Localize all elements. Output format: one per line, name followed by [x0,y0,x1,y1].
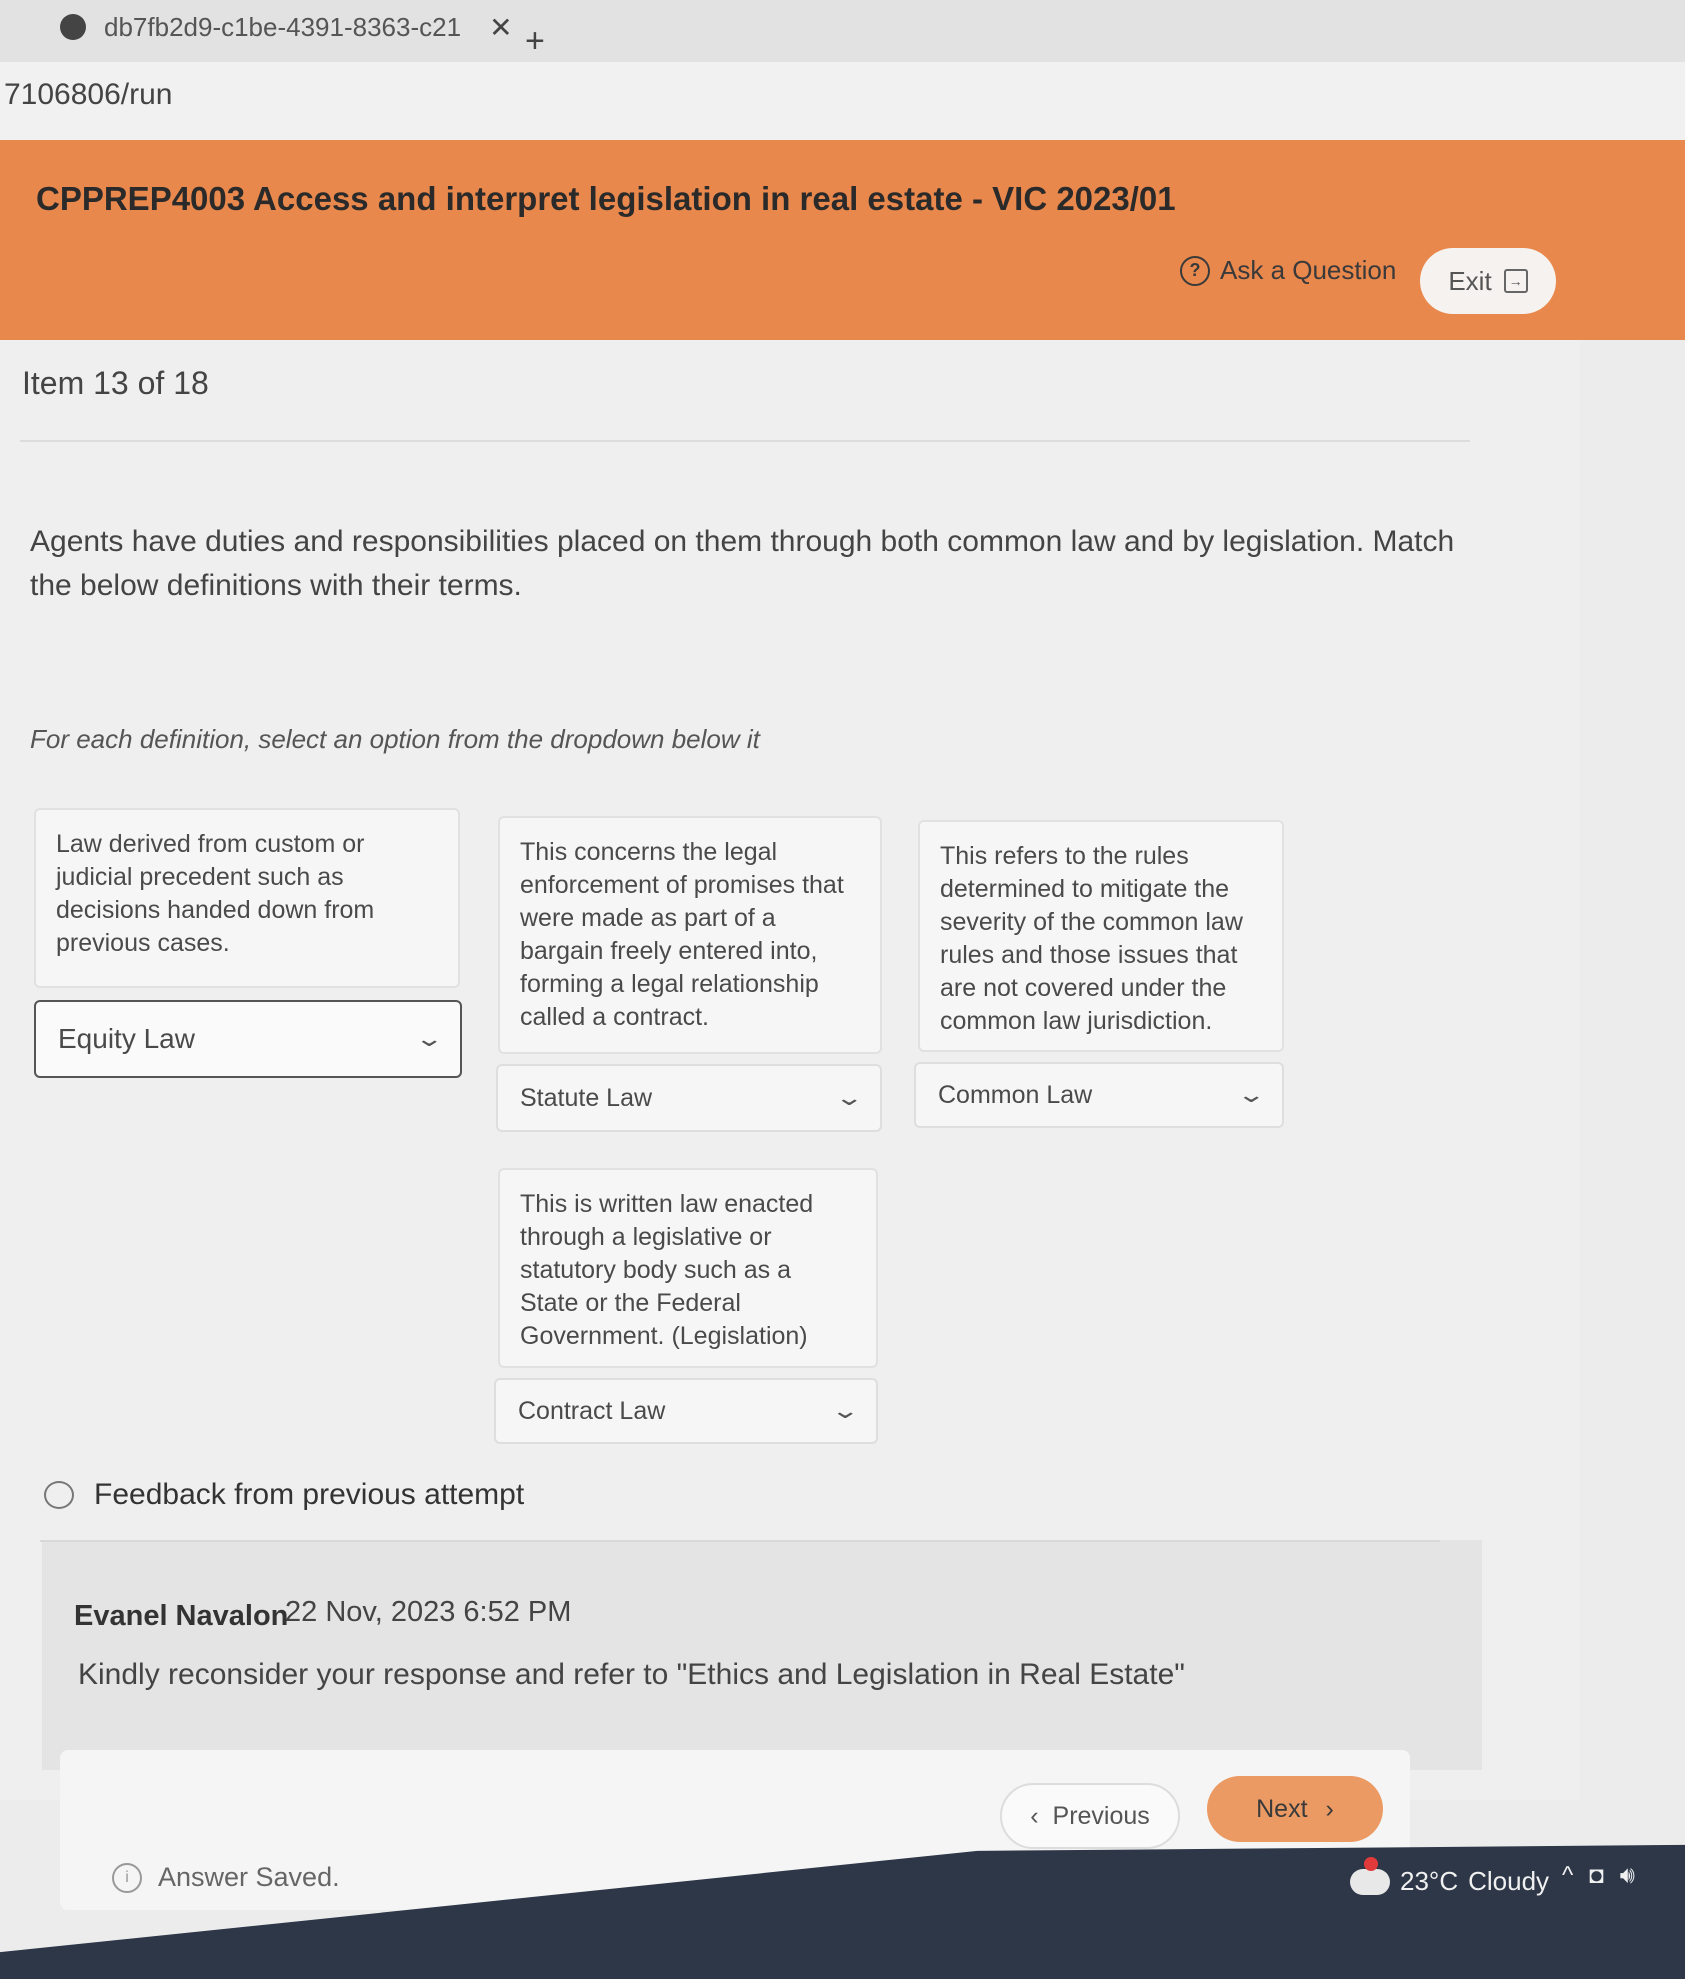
exit-button[interactable]: Exit → [1420,248,1556,314]
system-tray[interactable]: ^ ◘ 🔊︎ [1562,1862,1635,1890]
chevron-right-icon: › [1325,1794,1334,1823]
url-text[interactable]: 7106806/run [4,78,173,112]
chevron-down-icon: ⌄ [834,1085,864,1110]
temperature: 23°C [1400,1866,1459,1896]
term-dropdown[interactable]: Contract Law ⌄ [494,1378,878,1444]
browser-tab[interactable]: db7fb2d9-c1be-4391-8363-c21 ✕ [60,0,513,54]
network-icon[interactable]: ◘ [1589,1862,1604,1890]
weather-condition: Cloudy [1468,1866,1550,1896]
definition-card: This refers to the rules determined to m… [918,820,1284,1052]
chevron-down-icon: ⌄ [830,1398,860,1423]
course-header [0,140,1685,340]
ask-question-label: Ask a Question [1220,255,1397,285]
chevron-left-icon: ‹ [1030,1801,1039,1830]
term-dropdown[interactable]: Statute Law ⌄ [496,1064,882,1132]
question-text: Agents have duties and responsibilities … [30,525,1455,602]
exit-label: Exit [1448,265,1492,296]
instruction-text: For each definition, select an option fr… [30,724,760,754]
next-button[interactable]: Next › [1207,1776,1383,1842]
dropdown-selected-value: Statute Law [520,1083,653,1112]
term-dropdown[interactable]: Equity Law ⌄ [34,1000,462,1078]
save-status-text: Answer Saved. [158,1862,340,1892]
feedback-divider [40,1540,1440,1542]
definition-text: This concerns the legal enforcement of p… [520,838,844,1031]
speaker-icon[interactable]: 🔊︎ [1620,1862,1635,1890]
question-mark-icon: ? [1180,255,1210,286]
definition-card: This concerns the legal enforcement of p… [498,816,882,1054]
feedback-date: 22 Nov, 2023 6:52 PM [285,1596,572,1628]
info-icon: i [112,1862,142,1893]
dropdown-selected-value: Contract Law [518,1396,666,1425]
definition-text: Law derived from custom or judicial prec… [56,830,375,957]
previous-label: Previous [1052,1801,1150,1830]
exit-icon: → [1503,269,1528,293]
chevron-up-icon[interactable]: ^ [1562,1862,1573,1890]
tab-close-icon[interactable]: ✕ [489,11,512,44]
dropdown-selected-value: Common Law [938,1080,1093,1109]
ask-question-button[interactable]: ? Ask a Question [1180,255,1396,286]
feedback-text: Kindly reconsider your response and refe… [78,1658,1185,1691]
new-tab-icon[interactable]: + [525,22,545,61]
dropdown-selected-value: Equity Law [58,1023,195,1054]
feedback-author: Evanel Navalon [74,1600,289,1632]
definition-card: Law derived from custom or judicial prec… [34,808,460,988]
cloud-icon [1350,1856,1390,1895]
chevron-down-icon: ⌄ [414,1026,444,1051]
address-bar[interactable] [0,62,1685,140]
chevron-down-icon: ⌄ [1236,1082,1266,1107]
definition-card: This is written law enacted through a le… [498,1168,878,1368]
feedback-box [42,1540,1482,1770]
save-status: i Answer Saved. [112,1862,340,1893]
previous-button[interactable]: ‹ Previous [1000,1783,1180,1849]
weather-widget[interactable]: 23°C Cloudy [1350,1856,1550,1897]
course-title: CPPREP4003 Access and interpret legislat… [36,180,1176,217]
next-label: Next [1256,1794,1308,1823]
item-counter: Item 13 of 18 [22,365,209,401]
definition-text: This is written law enacted through a le… [520,1190,814,1350]
tab-title: db7fb2d9-c1be-4391-8363-c21 [104,11,462,42]
speech-bubble-icon [44,1481,74,1509]
tab-favicon-icon [60,14,86,40]
divider [20,440,1470,442]
feedback-title: Feedback from previous attempt [94,1478,525,1511]
definition-text: This refers to the rules determined to m… [940,842,1243,1035]
term-dropdown[interactable]: Common Law ⌄ [914,1062,1284,1128]
feedback-header[interactable]: Feedback from previous attempt [44,1478,524,1512]
